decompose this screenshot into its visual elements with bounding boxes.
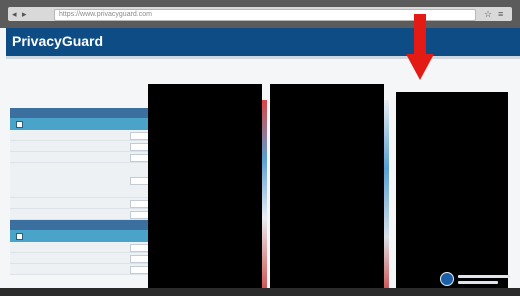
field-input[interactable] <box>130 200 150 208</box>
field-input[interactable] <box>130 211 150 219</box>
arrow-shaft <box>414 14 426 56</box>
header-divider <box>6 56 520 59</box>
field-input[interactable] <box>130 154 150 162</box>
form-field <box>10 242 150 253</box>
preferences-panel <box>10 220 150 275</box>
form-field <box>10 152 150 163</box>
form-field <box>10 163 150 198</box>
form-field <box>10 209 150 220</box>
arrow-head <box>406 54 434 80</box>
redaction-block <box>396 92 508 288</box>
form-field <box>10 264 150 275</box>
form-field <box>10 253 150 264</box>
field-input[interactable] <box>130 177 150 185</box>
browser-chrome: ◂ ▸ https://www.privacyguard.com ☆ ≡ <box>0 0 520 28</box>
panel-header <box>10 220 150 230</box>
panel-header <box>10 108 150 118</box>
screen: ◂ ▸ https://www.privacyguard.com ☆ ≡ Pri… <box>0 0 520 296</box>
menu-icon[interactable]: ≡ <box>498 8 503 20</box>
brand-logo-text[interactable]: PrivacyGuard <box>12 32 103 50</box>
form-field <box>10 198 150 209</box>
watermark-logo <box>440 270 516 290</box>
checkbox-icon[interactable] <box>16 121 23 128</box>
field-input[interactable] <box>130 266 150 274</box>
red-arrow-icon <box>406 14 434 84</box>
field-input[interactable] <box>130 132 150 140</box>
checkbox-icon[interactable] <box>16 233 23 240</box>
redaction-block <box>148 84 262 290</box>
redaction-block <box>270 84 384 290</box>
column-strip <box>262 100 267 296</box>
panel-option-bar[interactable] <box>10 230 150 242</box>
watermark-line <box>458 275 510 278</box>
account-panel <box>10 108 150 220</box>
panel-option-bar[interactable] <box>10 118 150 130</box>
address-text: https://www.privacyguard.com <box>59 11 152 18</box>
star-icon[interactable]: ☆ <box>484 8 492 20</box>
browser-toolbar: ◂ ▸ https://www.privacyguard.com ☆ ≡ <box>8 7 512 21</box>
field-input[interactable] <box>130 255 150 263</box>
field-input[interactable] <box>130 244 150 252</box>
form-field <box>10 141 150 152</box>
back-icon[interactable]: ◂ <box>12 8 17 20</box>
globe-icon <box>440 272 454 286</box>
brand-bar: PrivacyGuard <box>6 28 520 56</box>
bottom-bar <box>0 288 520 296</box>
forward-icon[interactable]: ▸ <box>22 8 27 20</box>
column-strip <box>384 100 389 296</box>
form-field <box>10 130 150 141</box>
field-input[interactable] <box>130 143 150 151</box>
watermark-line <box>458 281 498 284</box>
